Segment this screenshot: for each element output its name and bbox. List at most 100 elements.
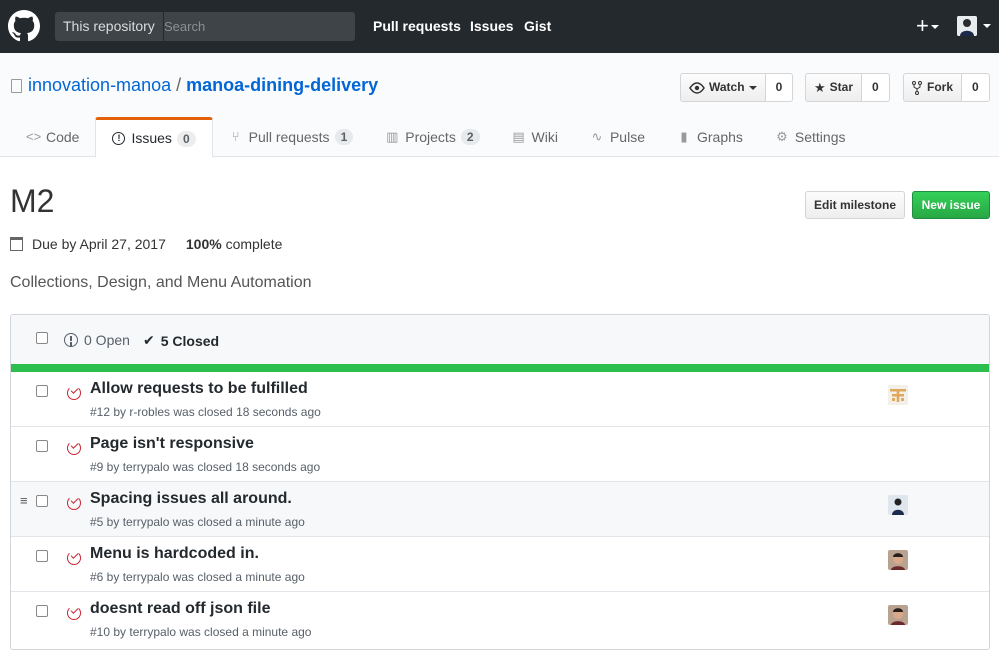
issue-row[interactable]: Allow requests to be fulfilled #12 by r-… (11, 372, 989, 427)
issue-opened-icon: ! (112, 132, 126, 145)
assignee-avatar[interactable] (888, 495, 908, 515)
repo-name-link[interactable]: manoa-dining-delivery (186, 75, 378, 95)
gear-icon: ⚙ (776, 129, 788, 144)
issue-list: 0 Open ✔ 5 Closed Allow requests to be f… (10, 314, 990, 650)
path-separator: / (176, 75, 182, 95)
pulse-icon: ∿ (591, 129, 603, 144)
caret-down-icon (748, 85, 757, 90)
check-icon: ✔ (143, 332, 155, 348)
issue-row[interactable]: Menu is hardcoded in. #6 by terrypalo wa… (11, 537, 989, 592)
plus-icon: + (916, 13, 929, 38)
open-issues-filter[interactable]: 0 Open (64, 332, 130, 348)
nav-pull-requests[interactable]: Pull requests (373, 0, 461, 53)
caret-down-icon (930, 25, 939, 30)
issue-meta: #6 by terrypalo was closed a minute ago (90, 570, 305, 584)
milestone-progress-text: 100% complete (186, 236, 283, 252)
issue-title-link[interactable]: Menu is hardcoded in. (90, 545, 259, 563)
milestone-description: Collections, Design, and Menu Automation (10, 274, 312, 291)
issue-checkbox[interactable] (36, 605, 48, 617)
fork-group: Fork 0 (903, 73, 990, 102)
star-button[interactable]: ★ Star (805, 73, 862, 102)
tab-label: Code (46, 129, 80, 145)
star-count[interactable]: 0 (862, 73, 890, 102)
nav-gist[interactable]: Gist (524, 0, 551, 53)
tab-label: Projects (405, 129, 456, 145)
issue-closed-icon (67, 606, 81, 620)
star-label: Star (829, 80, 853, 94)
tab-label: Pulse (609, 129, 645, 145)
assignee-avatar[interactable] (888, 385, 908, 405)
drag-handle-icon[interactable]: ≡ (20, 494, 28, 507)
project-icon: ▥ (386, 129, 399, 144)
tab-label: Graphs (696, 129, 743, 145)
tab-projects[interactable]: ▥ Projects 2 (369, 117, 495, 157)
tab-graphs[interactable]: ▮ Graphs (661, 117, 759, 157)
issue-row[interactable]: doesnt read off json file #10 by terrypa… (11, 592, 989, 647)
watch-count[interactable]: 0 (765, 73, 794, 102)
issue-row[interactable]: ≡ Spacing issues all around. #5 by terry… (11, 482, 989, 537)
tab-label: Issues (131, 130, 172, 146)
nav-issues[interactable]: Issues (470, 0, 514, 53)
repo-nav: <> Code ! Issues 0 ⑂ Pull requests 1 ▥ P… (10, 117, 862, 158)
fork-label: Fork (927, 80, 954, 94)
issue-checkbox[interactable] (36, 495, 48, 507)
tab-settings[interactable]: ⚙ Settings (759, 117, 862, 157)
milestone-meta: Due by April 27, 2017 100% complete (10, 236, 282, 252)
issue-title-link[interactable]: doesnt read off json file (90, 600, 270, 618)
caret-down-icon (983, 24, 991, 28)
tab-pull-requests[interactable]: ⑂ Pull requests 1 (213, 117, 370, 157)
create-new-button[interactable]: + (916, 12, 939, 40)
tab-counter: 1 (334, 129, 354, 145)
issue-meta: #9 by terrypalo was closed 18 seconds ag… (90, 460, 321, 474)
issue-meta: #5 by terrypalo was closed a minute ago (90, 515, 305, 529)
assignee-avatar[interactable] (888, 550, 908, 570)
repo-owner-link[interactable]: innovation-manoa (28, 75, 171, 95)
code-icon: <> (26, 129, 42, 144)
new-issue-button[interactable]: New issue (912, 191, 990, 219)
issue-title-link[interactable]: Spacing issues all around. (90, 490, 292, 508)
star-group: ★ Star 0 (805, 73, 890, 102)
fork-count[interactable]: 0 (962, 73, 990, 102)
tab-counter: 2 (460, 129, 480, 145)
issue-checkbox[interactable] (36, 385, 48, 397)
fork-icon (912, 80, 922, 95)
issue-closed-icon (67, 441, 81, 455)
pull-request-icon: ⑂ (231, 129, 240, 144)
fork-button[interactable]: Fork (903, 73, 963, 102)
open-count-label: 0 Open (84, 332, 130, 348)
complete-label: complete (225, 236, 283, 252)
assignee-avatar[interactable] (888, 605, 908, 625)
issue-checkbox[interactable] (36, 550, 48, 562)
tab-pulse[interactable]: ∿ Pulse (574, 117, 661, 157)
tab-wiki[interactable]: ▤ Wiki (496, 117, 574, 157)
tab-issues[interactable]: ! Issues 0 (95, 117, 213, 158)
closed-issues-filter[interactable]: ✔ 5 Closed (143, 332, 219, 349)
issue-title-link[interactable]: Allow requests to be fulfilled (90, 380, 308, 398)
issue-closed-icon (67, 496, 81, 510)
repo-icon (11, 79, 22, 93)
tab-label: Settings (794, 129, 846, 145)
issue-meta: #12 by r-robles was closed 18 seconds ag… (90, 405, 321, 419)
search-scope-label: This repository (55, 12, 164, 41)
issue-title-link[interactable]: Page isn't responsive (90, 435, 254, 453)
watch-label: Watch (709, 80, 745, 94)
edit-milestone-button[interactable]: Edit milestone (805, 191, 905, 219)
graph-icon: ▮ (680, 129, 688, 144)
github-logo-icon[interactable] (8, 10, 40, 42)
watch-button[interactable]: Watch (680, 73, 766, 102)
user-menu-button[interactable] (957, 16, 993, 36)
repo-title: innovation-manoa / manoa-dining-delivery (28, 75, 378, 96)
milestone-percent: 100% (185, 236, 222, 252)
site-header: This repository Pull requests Issues Gis… (0, 0, 999, 53)
tab-counter: 0 (176, 130, 196, 147)
tab-code[interactable]: <> Code (10, 117, 95, 157)
book-icon: ▤ (512, 129, 525, 144)
issue-checkbox[interactable] (36, 440, 48, 452)
search-box: This repository (55, 12, 355, 41)
search-input[interactable] (158, 12, 354, 41)
tab-label: Wiki (531, 129, 558, 145)
select-all-checkbox[interactable] (36, 332, 48, 344)
user-avatar (957, 16, 977, 36)
milestone-title: M2 (10, 183, 55, 219)
issue-row[interactable]: Page isn't responsive #9 by terrypalo wa… (11, 427, 989, 482)
